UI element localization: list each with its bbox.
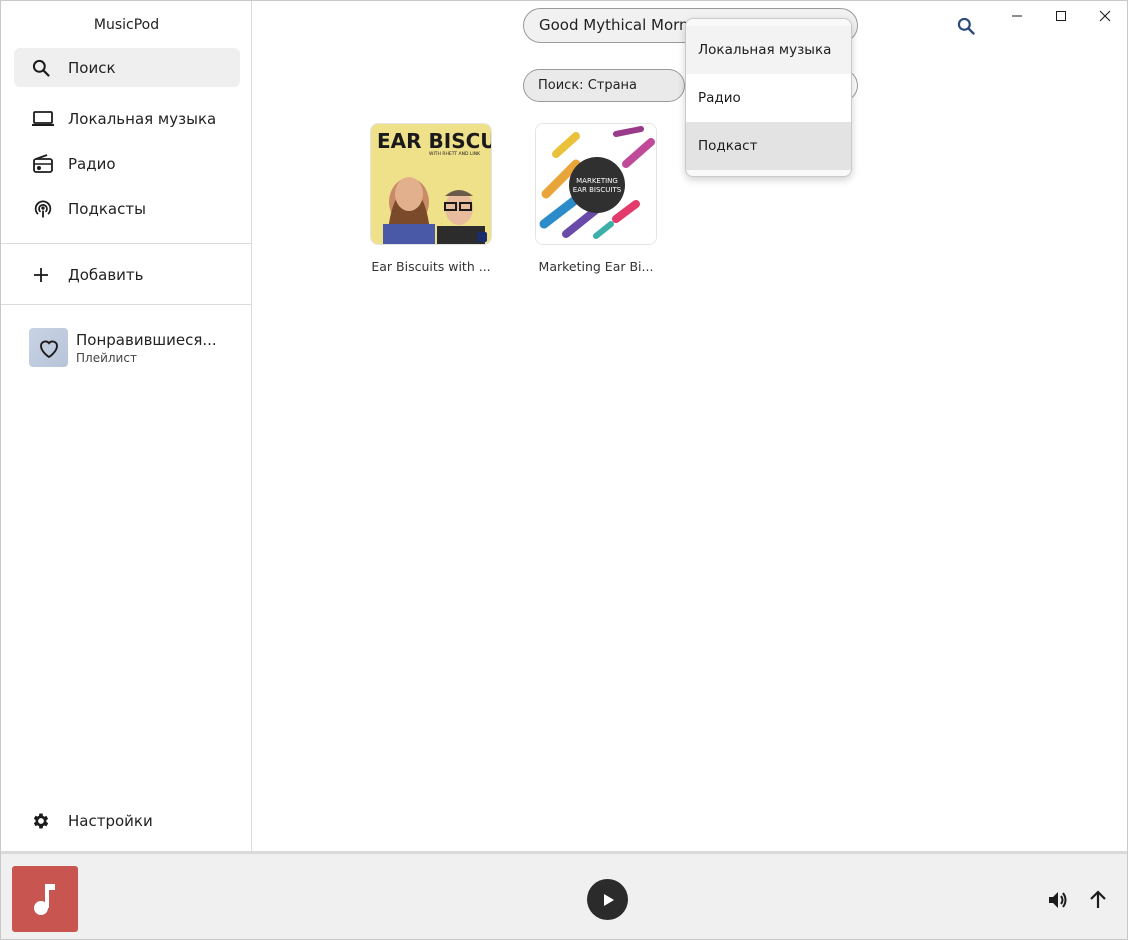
heart-icon	[29, 328, 68, 367]
settings-label: Настройки	[68, 811, 153, 830]
add-button[interactable]: Добавить	[14, 255, 240, 294]
arrow-up-icon	[1090, 890, 1106, 908]
podcast-icon	[28, 197, 58, 221]
search-icon	[26, 56, 56, 80]
laptop-icon	[28, 107, 58, 131]
playlist-liked[interactable]: Понравившиеся... Плейлист	[29, 328, 217, 367]
sidebar-item-podcasts[interactable]: Подкасты	[14, 189, 240, 228]
dropdown-option-radio[interactable]: Радио	[686, 74, 851, 122]
search-type-dropdown: Локальная музыка Радио Подкаст	[685, 18, 852, 177]
window-controls	[995, 1, 1127, 31]
podcast-cover: EAR BISCUITS WITH RHETT AND LINK	[370, 123, 492, 245]
podcast-card-ear-biscuits[interactable]: EAR BISCUITS WITH RHETT AND LINK Ear Bis…	[370, 123, 492, 274]
playlist-type: Плейлист	[76, 350, 137, 365]
sidebar-item-label: Поиск	[68, 58, 116, 77]
cover-sub-text: EAR BISCUITS	[573, 186, 622, 194]
cover-sub-text: WITH RHETT AND LINK	[429, 151, 481, 157]
sidebar: MusicPod Поиск Локальная музыка Радио По…	[1, 1, 252, 851]
podcast-cover: MARKETING EAR BISCUITS	[535, 123, 657, 245]
sidebar-item-radio[interactable]: Радио	[14, 144, 240, 183]
search-icon	[957, 17, 975, 35]
gear-icon	[26, 809, 56, 833]
sidebar-divider	[1, 304, 252, 305]
sidebar-item-label: Радио	[68, 154, 116, 173]
cover-title-text: MARKETING	[576, 177, 618, 185]
sidebar-item-local-music[interactable]: Локальная музыка	[14, 99, 240, 138]
sidebar-item-label: Подкасты	[68, 199, 146, 218]
minimize-icon	[1012, 15, 1022, 17]
minimize-button[interactable]	[995, 1, 1039, 31]
player-bar	[1, 851, 1127, 939]
app-window: MusicPod Поиск Локальная музыка Радио По…	[0, 0, 1128, 940]
playlist-name: Понравившиеся...	[76, 330, 217, 349]
search-button[interactable]	[953, 13, 979, 39]
sidebar-item-label: Локальная музыка	[68, 109, 217, 128]
cover-title-text: EAR BISCUITS	[377, 129, 492, 153]
settings-button[interactable]: Настройки	[14, 801, 240, 840]
add-label: Добавить	[68, 265, 144, 284]
play-button[interactable]	[587, 879, 628, 920]
sidebar-item-search[interactable]: Поиск	[14, 48, 240, 87]
country-filter-button[interactable]: Поиск: Страна	[523, 69, 685, 102]
radio-icon	[28, 152, 58, 176]
expand-player-button[interactable]	[1087, 888, 1109, 910]
podcast-card-marketing-ear-biscuits[interactable]: MARKETING EAR BISCUITS Marketing Ear Bi.…	[535, 123, 657, 274]
podcast-title: Ear Biscuits with ...	[371, 259, 491, 274]
dropdown-option-local-music[interactable]: Локальная музыка	[686, 26, 851, 74]
volume-button[interactable]	[1046, 888, 1070, 912]
maximize-icon	[1056, 11, 1066, 21]
maximize-button[interactable]	[1039, 1, 1083, 31]
plus-icon	[26, 263, 56, 287]
app-title: MusicPod	[93, 17, 160, 33]
now-playing-cover[interactable]	[12, 866, 78, 932]
play-icon	[603, 893, 614, 906]
dropdown-option-podcast[interactable]: Подкаст	[686, 122, 851, 170]
music-note-icon	[34, 884, 55, 915]
close-button[interactable]	[1083, 1, 1127, 31]
volume-icon	[1049, 892, 1067, 908]
close-icon	[1099, 10, 1111, 22]
podcast-title: Marketing Ear Bi...	[538, 259, 654, 274]
sidebar-divider	[1, 243, 252, 244]
